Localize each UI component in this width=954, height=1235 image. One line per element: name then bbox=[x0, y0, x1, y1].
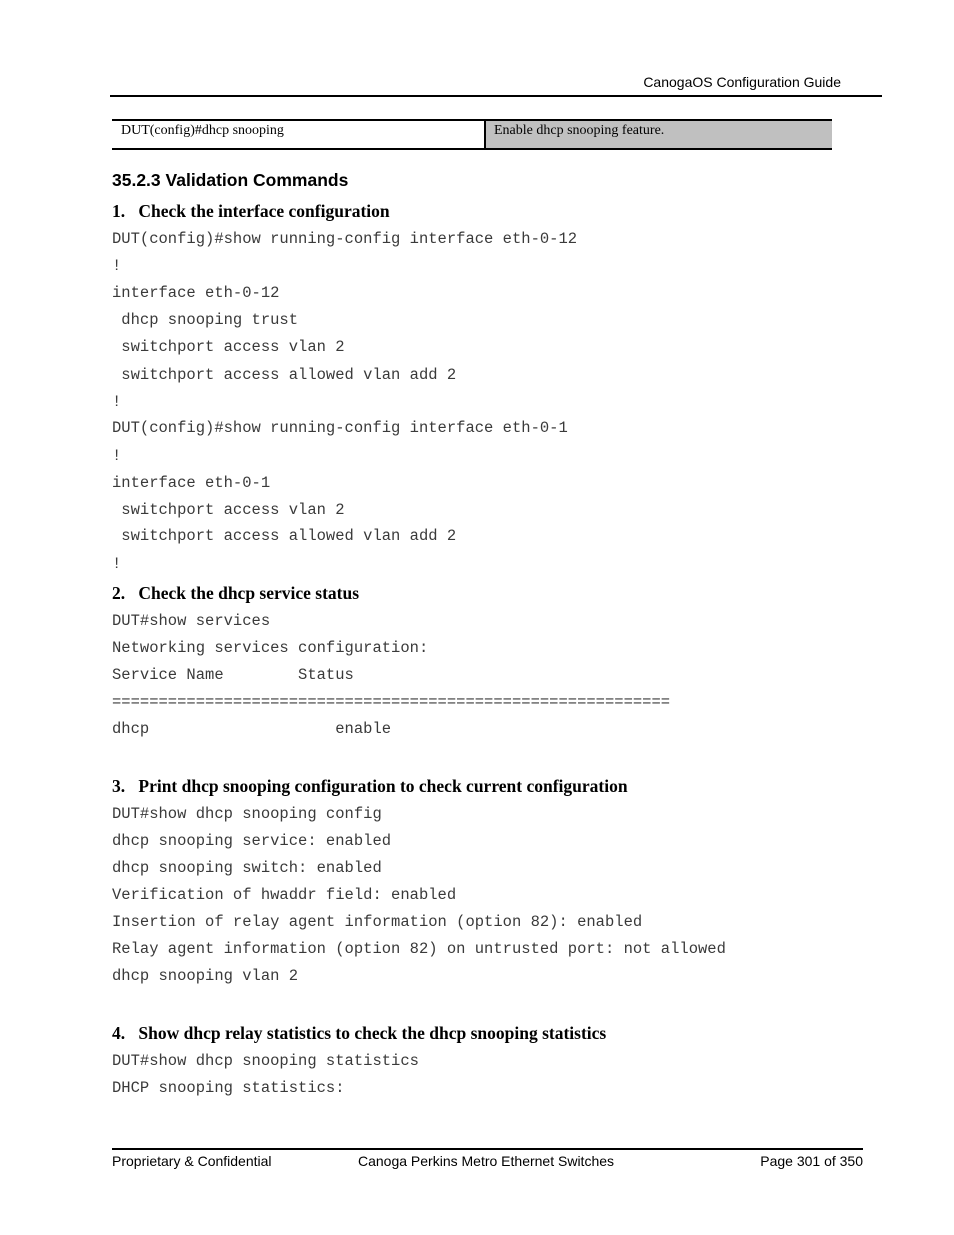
code-line: dhcp snooping service: enabled bbox=[112, 832, 392, 850]
step-heading-3: 3. Print dhcp snooping configuration to … bbox=[112, 776, 628, 797]
code-line: DUT#show dhcp snooping config bbox=[112, 805, 382, 823]
code-line: DUT(config)#show running-config interfac… bbox=[112, 419, 568, 437]
step-heading-4: 4. Show dhcp relay statistics to check t… bbox=[112, 1023, 606, 1044]
code-line: dhcp snooping vlan 2 bbox=[112, 967, 299, 985]
code-line: interface eth-0-1 bbox=[112, 474, 271, 492]
code-line: switchport access allowed vlan add 2 bbox=[112, 366, 457, 384]
footer-rule bbox=[112, 1148, 863, 1150]
code-line: Verification of hwaddr field: enabled bbox=[112, 886, 457, 904]
code-line: DUT#show services bbox=[112, 612, 271, 630]
code-line: ! bbox=[112, 393, 122, 411]
step-number: 4. bbox=[112, 1023, 126, 1043]
code-line: Insertion of relay agent information (op… bbox=[112, 913, 643, 931]
code-line: Relay agent information (option 82) on u… bbox=[112, 940, 726, 958]
code-line: switchport access vlan 2 bbox=[112, 501, 345, 519]
code-line: DUT(config)#show running-config interfac… bbox=[112, 230, 578, 248]
code-line: ========================================… bbox=[112, 693, 671, 711]
code-line: ! bbox=[112, 555, 122, 573]
code-line: dhcp snooping trust bbox=[112, 311, 299, 329]
code-line: Networking services configuration: bbox=[112, 639, 429, 657]
code-line: ! bbox=[112, 257, 122, 275]
description-cell: Enable dhcp snooping feature. bbox=[486, 121, 832, 148]
code-line: switchport access vlan 2 bbox=[112, 338, 345, 356]
code-line: dhcp snooping switch: enabled bbox=[112, 859, 382, 877]
command-table: DUT(config)#dhcp snooping Enable dhcp sn… bbox=[112, 119, 832, 150]
step-title: Print dhcp snooping configuration to che… bbox=[138, 776, 628, 796]
section-heading: 35.2.3 Validation Commands bbox=[112, 170, 349, 190]
code-line: DUT#show dhcp snooping statistics bbox=[112, 1052, 419, 1070]
footer-confidentiality: Proprietary & Confidential bbox=[112, 1153, 272, 1169]
step-number: 1. bbox=[112, 201, 126, 221]
footer-page-number: Page 301 of 350 bbox=[760, 1153, 863, 1169]
command-cell: DUT(config)#dhcp snooping bbox=[112, 121, 486, 148]
header-title: CanogaOS Configuration Guide bbox=[643, 74, 841, 90]
step-title: Check the interface configuration bbox=[138, 201, 390, 221]
step-heading-2: 2. Check the dhcp service status bbox=[112, 583, 359, 604]
code-line: Service Name Status bbox=[112, 666, 354, 684]
step-number: 3. bbox=[112, 776, 126, 796]
code-line: dhcp enable bbox=[112, 720, 392, 738]
footer-product: Canoga Perkins Metro Ethernet Switches bbox=[358, 1153, 615, 1169]
code-line: interface eth-0-12 bbox=[112, 284, 280, 302]
step-number: 2. bbox=[112, 583, 126, 603]
code-line: DHCP snooping statistics: bbox=[112, 1079, 345, 1097]
code-line: ! bbox=[112, 447, 122, 465]
document-page: CanogaOS Configuration Guide DUT(config)… bbox=[0, 0, 954, 1235]
code-line: switchport access allowed vlan add 2 bbox=[112, 527, 457, 545]
step-title: Show dhcp relay statistics to check the … bbox=[138, 1023, 607, 1043]
step-title: Check the dhcp service status bbox=[138, 583, 360, 603]
step-heading-1: 1. Check the interface configuration bbox=[112, 201, 390, 222]
header-rule bbox=[110, 95, 882, 97]
